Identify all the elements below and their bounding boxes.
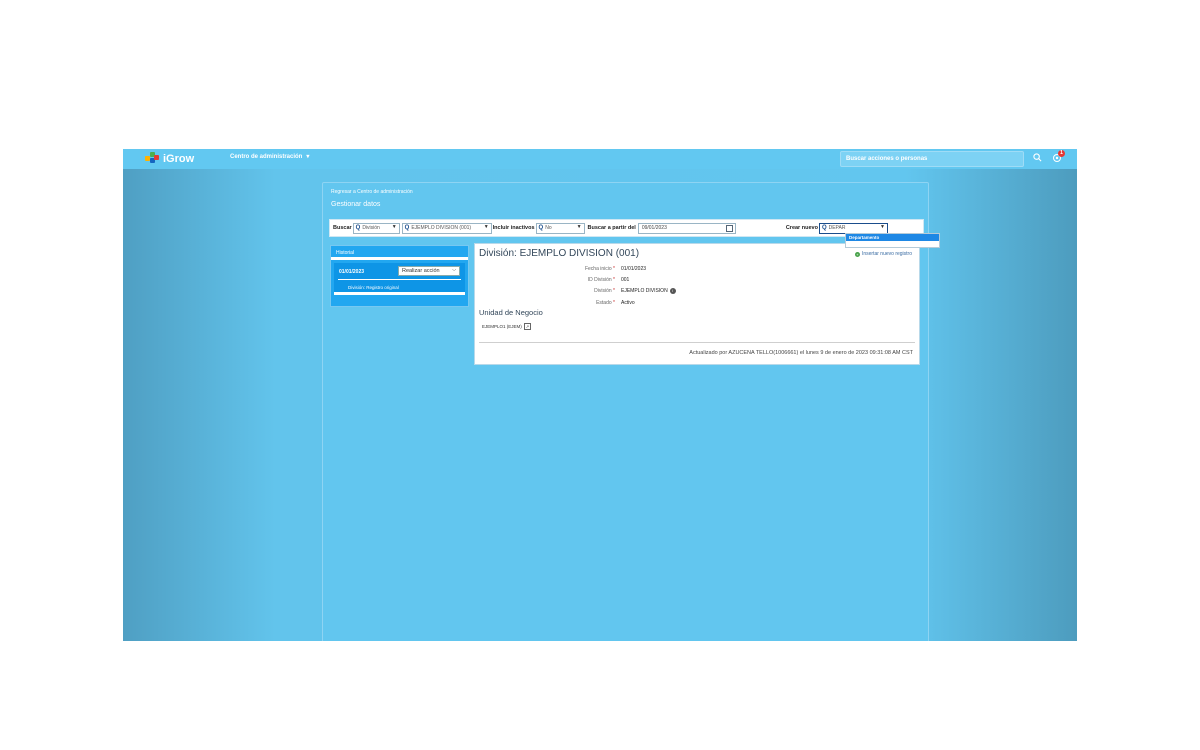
record-title: División: EJEMPLO DIVISION (001) (479, 248, 640, 259)
field-value: 01/01/2023 (621, 266, 647, 272)
create-new-dropdown: Departamento (845, 233, 940, 248)
logo[interactable]: iGrow (145, 152, 194, 166)
as-of-date-input[interactable]: 09/01/2023 (637, 222, 736, 234)
external-link-icon[interactable]: ↗ (523, 323, 532, 330)
field-value: EJEMPLO DIVISION i (621, 288, 676, 294)
notifications-icon[interactable]: 1 (1051, 150, 1065, 165)
field-label: Fecha inicio * (584, 266, 615, 272)
back-link[interactable]: Regresar a Centro de administración (331, 189, 413, 195)
chevron-down-icon: ▼ (879, 223, 885, 230)
divider (338, 279, 461, 280)
calendar-icon[interactable] (725, 224, 733, 232)
create-new-value: DEPAR (828, 225, 846, 231)
logo-icon (145, 152, 159, 166)
record-value: EJEMPLO DIVISION (001) (411, 225, 472, 231)
history-header[interactable]: Historial (331, 246, 468, 260)
field-division: División * EJEMPLO DIVISION i (475, 288, 921, 296)
business-unit-value: EJEMPLO1 (EJEM) ↗ (482, 323, 532, 330)
field-start-date: Fecha inicio * 01/01/2023 (475, 266, 921, 274)
page-title: Gestionar datos (331, 201, 381, 208)
division-value: EJEMPLO DIVISION (621, 288, 668, 294)
as-of-date-value: 09/01/2023 (641, 224, 667, 231)
chevron-down-icon: ▼ (576, 223, 582, 230)
field-value: Activo (621, 300, 635, 306)
chevron-down-icon: ▼ (391, 223, 397, 230)
global-search-placeholder: Buscar acciones o personas (846, 156, 928, 162)
field-status: Estado * Activo (475, 300, 921, 308)
section-title: Unidad de Negocio (479, 308, 543, 317)
take-action-button[interactable]: Realizar acción ⌵ (398, 266, 460, 276)
divider (479, 342, 915, 343)
take-action-label: Realizar acción (402, 268, 440, 274)
app-window: iGrow Centro de administración ▾ Buscar … (123, 149, 1077, 641)
search-label: Buscar (333, 225, 352, 231)
include-inactive-label: Incluir inactivos (492, 225, 535, 231)
object-type-value: División (362, 225, 380, 231)
app-menu-button[interactable]: Centro de administración ▾ (230, 153, 310, 161)
app-menu-label: Centro de administración (230, 153, 303, 160)
field-label: Estado * (596, 300, 615, 306)
translate-icon[interactable]: i (669, 288, 676, 294)
field-value: 001 (621, 277, 630, 283)
history-item[interactable]: 01/01/2023 Realizar acción ⌵ División: R… (334, 263, 465, 295)
include-inactive-value: No (545, 225, 552, 231)
field-label: División * (594, 288, 615, 294)
include-inactive-select[interactable]: Q No ▼ (535, 222, 585, 234)
record-select[interactable]: Q EJEMPLO DIVISION (001) ▼ (401, 222, 492, 234)
search-icon: Q (404, 225, 410, 231)
insert-new-record-link[interactable]: + Insertar nuevo registro (854, 251, 912, 257)
history-subtitle: División: Registro original (348, 285, 399, 290)
history-date: 01/01/2023 (339, 269, 365, 275)
division-detail-card: División: EJEMPLO DIVISION (001) + Inser… (474, 243, 920, 365)
dropdown-option-department[interactable]: Departamento (846, 234, 939, 241)
search-toolbar: Buscar Q División ▼ Q EJEMPLO DIVISION (… (329, 219, 924, 237)
object-type-select[interactable]: Q División ▼ (352, 222, 400, 234)
field-division-id: ID División * 001 (475, 277, 921, 285)
create-new-select[interactable]: Q DEPAR ▼ (818, 222, 888, 234)
global-search-input[interactable]: Buscar acciones o personas (840, 151, 1024, 167)
chevron-down-icon: ▾ (306, 154, 310, 160)
search-icon: Q (355, 225, 361, 231)
plus-icon: + (854, 251, 860, 257)
chevron-down-icon: ⌵ (452, 267, 456, 273)
create-new-label: Crear nuevo (785, 225, 818, 231)
search-icon[interactable] (1031, 153, 1043, 165)
search-icon: Q (821, 225, 827, 231)
logo-text: iGrow (163, 153, 195, 165)
as-of-date-label: Buscar a partir del (587, 225, 636, 231)
chevron-down-icon: ▼ (483, 223, 489, 230)
search-icon: Q (538, 225, 544, 231)
insert-new-record-label: Insertar nuevo registro (861, 251, 912, 257)
shell-bar: iGrow Centro de administración ▾ Buscar … (123, 149, 1077, 169)
last-updated-text: Actualizado por AZUCENA TELLO(1006661) e… (689, 350, 913, 356)
history-card: Historial 01/01/2023 Realizar acción ⌵ D… (330, 245, 469, 307)
field-label: ID División * (587, 277, 615, 283)
business-unit-text: EJEMPLO1 (EJEM) (482, 324, 522, 329)
notification-badge: 1 (1058, 150, 1065, 157)
